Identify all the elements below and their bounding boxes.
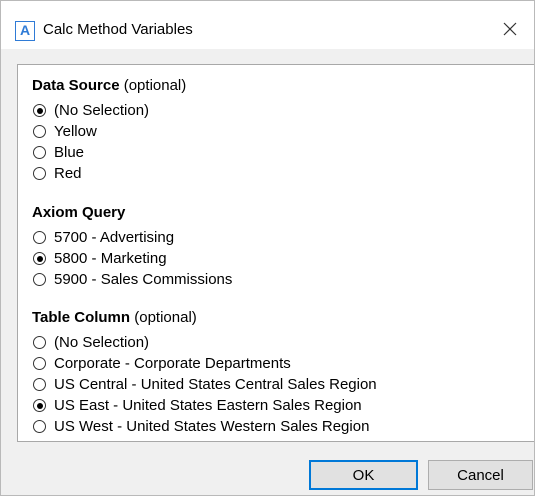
- radio-button[interactable]: [33, 252, 46, 265]
- radio-label: US Central - United States Central Sales…: [54, 376, 377, 393]
- radio-button[interactable]: [33, 146, 46, 159]
- radio-label: (No Selection): [54, 102, 150, 119]
- section-title: Table Column: [32, 309, 131, 326]
- app-logo-icon: A: [15, 21, 35, 41]
- radio-button[interactable]: [33, 378, 46, 391]
- radio-label: 5700 - Advertising: [54, 229, 175, 246]
- section-qualifier: (optional): [123, 77, 187, 94]
- radio-option-red[interactable]: Red: [32, 163, 512, 184]
- radio-option-blue[interactable]: Blue: [32, 142, 512, 163]
- radio-button[interactable]: [33, 167, 46, 180]
- ok-button[interactable]: OK: [309, 460, 418, 490]
- radio-option-5900[interactable]: 5900 - Sales Commissions: [32, 269, 512, 290]
- calc-method-variables-dialog: A Calc Method Variables Data Source (opt…: [0, 0, 535, 496]
- radio-label: Corporate - Corporate Departments: [54, 355, 291, 372]
- dialog-title: Calc Method Variables: [43, 21, 193, 38]
- radio-label: Yellow: [54, 123, 97, 140]
- close-icon: [503, 22, 517, 36]
- radio-option-us-west[interactable]: US West - United States Western Sales Re…: [32, 416, 512, 437]
- radio-label: Blue: [54, 144, 85, 161]
- radio-option-yellow[interactable]: Yellow: [32, 121, 512, 142]
- section-heading: Table Column (optional): [32, 307, 512, 329]
- radio-label: 5800 - Marketing: [54, 250, 167, 267]
- radio-option-5800[interactable]: 5800 - Marketing: [32, 248, 512, 269]
- radio-option-corporate[interactable]: Corporate - Corporate Departments: [32, 353, 512, 374]
- radio-option-5700[interactable]: 5700 - Advertising: [32, 227, 512, 248]
- radio-option-no-selection[interactable]: (No Selection): [32, 332, 512, 353]
- radio-button[interactable]: [33, 420, 46, 433]
- radio-label: 5900 - Sales Commissions: [54, 271, 233, 288]
- data-source-section: Data Source (optional) (No Selection) Ye…: [32, 75, 512, 184]
- cancel-button[interactable]: Cancel: [428, 460, 533, 490]
- radio-button[interactable]: [33, 273, 46, 286]
- axiom-query-section: Axiom Query 5700 - Advertising 5800 - Ma…: [32, 202, 512, 290]
- radio-button[interactable]: [33, 125, 46, 138]
- radio-option-us-east[interactable]: US East - United States Eastern Sales Re…: [32, 395, 512, 416]
- table-column-section: Table Column (optional) (No Selection) C…: [32, 307, 512, 437]
- section-heading: Axiom Query: [32, 202, 512, 224]
- title-bar: A Calc Method Variables: [1, 1, 534, 49]
- section-title: Axiom Query: [32, 204, 126, 221]
- radio-label: (No Selection): [54, 334, 150, 351]
- close-button[interactable]: [494, 14, 526, 44]
- radio-button[interactable]: [33, 336, 46, 349]
- section-title: Data Source: [32, 77, 120, 94]
- section-qualifier: (optional): [134, 309, 197, 326]
- radio-button[interactable]: [33, 104, 46, 117]
- section-heading: Data Source (optional): [32, 75, 512, 97]
- radio-option-no-selection[interactable]: (No Selection): [32, 100, 512, 121]
- radio-label: US East - United States Eastern Sales Re…: [54, 397, 362, 414]
- variables-panel: Data Source (optional) (No Selection) Ye…: [17, 64, 534, 442]
- radio-button[interactable]: [33, 357, 46, 370]
- radio-button[interactable]: [33, 231, 46, 244]
- radio-label: US West - United States Western Sales Re…: [54, 418, 370, 435]
- radio-label: Red: [54, 165, 82, 182]
- radio-option-us-central[interactable]: US Central - United States Central Sales…: [32, 374, 512, 395]
- radio-button[interactable]: [33, 399, 46, 412]
